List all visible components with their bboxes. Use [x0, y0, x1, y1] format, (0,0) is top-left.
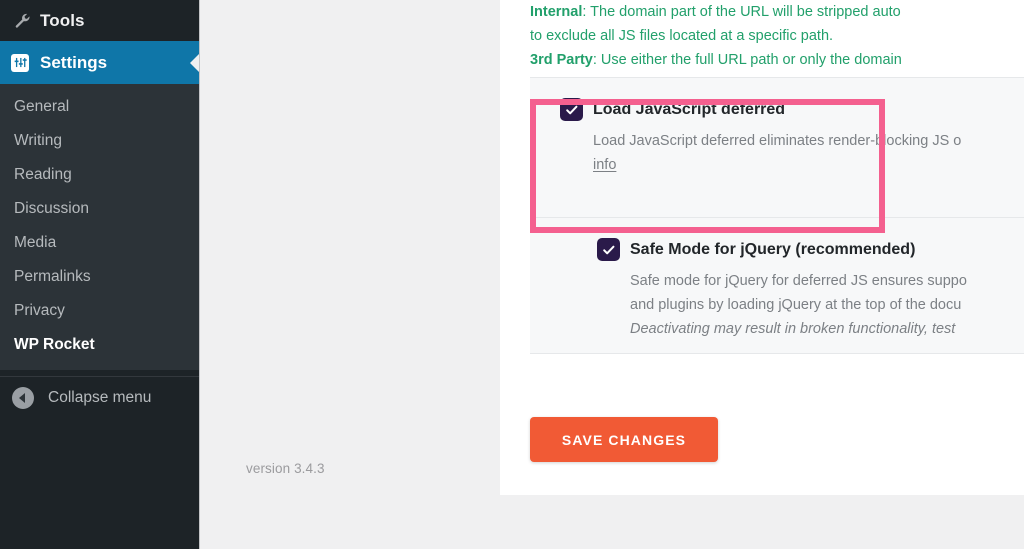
- settings-submenu: General Writing Reading Discussion Media…: [0, 84, 199, 370]
- notice-internal-label: Internal: [530, 4, 583, 20]
- checkbox-load-javascript-deferred[interactable]: [560, 98, 583, 121]
- submenu-item-wp-rocket[interactable]: WP Rocket: [0, 328, 199, 362]
- notice-line-3: 3rd Party: Use either the full URL path …: [530, 48, 1024, 72]
- option-row-load-javascript-deferred: Load JavaScript deferred Load JavaScript…: [530, 77, 1024, 218]
- sidebar-item-tools-label: Tools: [40, 10, 85, 30]
- check-icon: [602, 245, 614, 254]
- sidebar-item-settings[interactable]: Settings: [0, 41, 199, 84]
- submenu-item-privacy[interactable]: Privacy: [0, 294, 199, 328]
- collapse-menu-label: Collapse menu: [48, 388, 152, 406]
- option-desc-line-1: Safe mode for jQuery for deferred JS ens…: [630, 273, 967, 289]
- option-desc-line-3: Deactivating may result in broken functi…: [630, 321, 956, 337]
- page-content: version 3.4.3 Internal: The domain part …: [201, 0, 1024, 549]
- option-body-load-javascript-deferred: Load JavaScript deferred Load JavaScript…: [593, 98, 1024, 177]
- notice-internal-text: : The domain part of the URL will be str…: [582, 4, 901, 20]
- notice-line-1: Internal: The domain part of the URL wil…: [530, 0, 1024, 24]
- option-info-link[interactable]: info: [593, 157, 616, 173]
- option-title-load-javascript-deferred: Load JavaScript deferred: [593, 101, 786, 118]
- submenu-item-permalinks[interactable]: Permalinks: [0, 260, 199, 294]
- save-changes-button[interactable]: SAVE CHANGES: [530, 417, 718, 462]
- notice-3rd-party-text: : Use either the full URL path or only t…: [592, 52, 902, 68]
- option-desc-line-2: and plugins by loading jQuery at the top…: [630, 297, 962, 313]
- option-title-safe-mode-for-jquery: Safe Mode for jQuery (recommended): [630, 241, 916, 258]
- sidebar-item-tools[interactable]: Tools: [0, 0, 199, 41]
- submenu-item-reading[interactable]: Reading: [0, 158, 199, 192]
- sidebar-item-settings-label: Settings: [40, 52, 108, 72]
- submenu-item-general[interactable]: General: [0, 90, 199, 124]
- option-desc-load-javascript-deferred: Load JavaScript deferred eliminates rend…: [593, 129, 1024, 177]
- submenu-item-media[interactable]: Media: [0, 226, 199, 260]
- sliders-icon: [11, 53, 40, 72]
- check-icon: [565, 105, 577, 114]
- collapse-arrow-icon: [12, 386, 34, 409]
- submenu-item-discussion[interactable]: Discussion: [0, 192, 199, 226]
- wordpress-admin-screen: Tools Settings General Writing Reading D…: [0, 0, 1024, 549]
- notice-3rd-party-label: 3rd Party: [530, 52, 593, 68]
- notice-line-2: to exclude all JS files located at a spe…: [530, 28, 834, 44]
- checkbox-safe-mode-for-jquery[interactable]: [597, 238, 620, 261]
- admin-sidebar: Tools Settings General Writing Reading D…: [0, 0, 200, 549]
- collapse-menu-button[interactable]: Collapse menu: [0, 376, 199, 418]
- wrench-icon: [14, 12, 40, 29]
- active-menu-arrow-icon: [190, 53, 199, 72]
- option-desc-text: Load JavaScript deferred eliminates rend…: [593, 133, 962, 149]
- plugin-version: version 3.4.3: [246, 461, 325, 476]
- option-body-safe-mode-for-jquery: Safe Mode for jQuery (recommended) Safe …: [630, 238, 1024, 341]
- option-desc-safe-mode-for-jquery: Safe mode for jQuery for deferred JS ens…: [630, 269, 1024, 341]
- submenu-item-writing[interactable]: Writing: [0, 124, 199, 158]
- option-row-safe-mode-for-jquery: Safe Mode for jQuery (recommended) Safe …: [530, 218, 1024, 354]
